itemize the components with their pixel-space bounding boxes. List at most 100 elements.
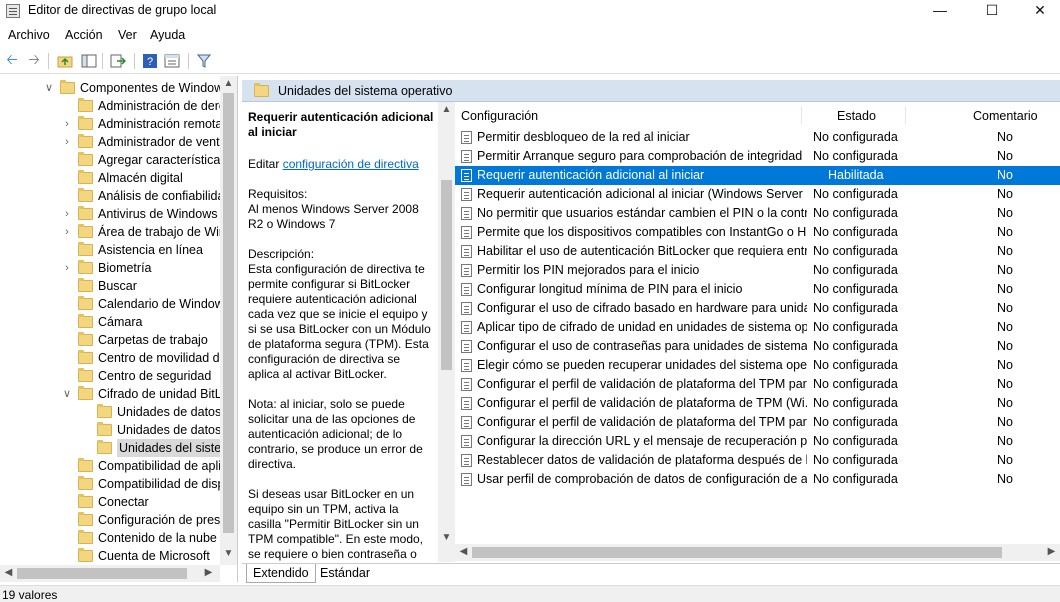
policy-row[interactable]: Requerir autenticación adicional al inic… (455, 166, 1060, 185)
tree-item[interactable]: Agregar características (0, 151, 227, 169)
tree-item[interactable]: Almacén digital (0, 169, 220, 187)
help-icon[interactable]: ? (140, 51, 160, 71)
policy-row[interactable]: Configurar el uso de contraseñas para un… (455, 337, 1060, 356)
show-hide-tree-icon[interactable] (79, 51, 99, 71)
properties-icon[interactable] (162, 51, 182, 71)
menu-ver[interactable]: Ver (118, 28, 137, 42)
tree-item[interactable]: Compatibilidad de dispositivos (0, 475, 237, 493)
maximize-button[interactable]: ☐ (968, 0, 1016, 22)
column-separator[interactable] (801, 106, 802, 124)
tree-pane: ∨ Componentes de Windows Administración de… (0, 76, 238, 582)
tree-item[interactable]: Contenido de la nube (0, 529, 220, 547)
folder-icon (78, 332, 93, 346)
expand-chevron-icon[interactable]: › (62, 205, 72, 223)
scroll-right-icon[interactable]: ▶ (200, 567, 217, 578)
policy-comment: No (997, 168, 1013, 182)
policy-row[interactable]: Elegir cómo se pueden recuperar unidades… (455, 356, 1060, 375)
expand-chevron-icon[interactable]: › (62, 259, 72, 277)
tree-item[interactable]: Carpetas de trabajo (0, 331, 220, 349)
tree-item[interactable]: Asistencia en línea (0, 241, 220, 259)
tree-item[interactable]: Unidades del sistema (0, 439, 237, 457)
expand-chevron-icon[interactable]: › (62, 133, 72, 151)
policy-row[interactable]: Permitir desbloqueo de la red al iniciar… (455, 128, 1060, 147)
scroll-right-icon[interactable]: ▶ (1043, 546, 1060, 557)
policy-row[interactable]: Permitir Arranque seguro para comprobaci… (455, 147, 1060, 166)
policy-row[interactable]: Configurar longitud mínima de PIN para e… (455, 280, 1060, 299)
policy-row[interactable]: Habilitar el uso de autenticación BitLoc… (455, 242, 1060, 261)
policy-row[interactable]: Configurar el perfil de validación de pl… (455, 394, 1060, 413)
tree-item[interactable]: › Administrador de ventanas (0, 133, 237, 151)
filter-icon[interactable] (194, 51, 214, 71)
tree-item[interactable]: Centro de seguridad (0, 367, 220, 385)
tree-item[interactable]: Centro de movilidad de Windows (0, 349, 237, 367)
tree-item[interactable]: Unidades de datos (0, 421, 221, 439)
tree-item[interactable]: Administración de derechos (0, 97, 237, 115)
tree-item[interactable]: ∨ Componentes de Windows (0, 79, 229, 97)
tree-item[interactable]: Cámara (0, 313, 220, 331)
policy-row[interactable]: Usar perfil de comprobación de datos de … (455, 470, 1060, 489)
policy-row[interactable]: Aplicar tipo de cifrado de unidad en uni… (455, 318, 1060, 337)
column-header-configuracion[interactable]: Configuración (461, 109, 538, 123)
column-separator[interactable] (905, 106, 906, 124)
policy-row[interactable]: Permite que los dispositivos compatibles… (455, 223, 1060, 242)
tree-item[interactable]: › Antivirus de Windows (0, 205, 220, 223)
policy-row[interactable]: Requerir autenticación adicional al inic… (455, 185, 1060, 204)
tree-item[interactable]: Configuración de presentación (0, 511, 237, 529)
minimize-button[interactable]: — (916, 0, 964, 22)
expand-chevron-icon[interactable]: › (62, 115, 72, 133)
up-folder-icon[interactable] (55, 51, 75, 71)
tree-item-label: Almacén digital (98, 171, 183, 185)
scroll-up-icon[interactable]: ▲ (438, 104, 455, 115)
tree-item[interactable]: Análisis de confiabilidad (0, 187, 231, 205)
tree-vertical-scrollbar[interactable]: ▲ ▼ (220, 76, 237, 565)
tree-item[interactable]: › Administración remota (0, 115, 222, 133)
policy-row[interactable]: No permitir que usuarios estándar cambie… (455, 204, 1060, 223)
policy-row[interactable]: Configurar la dirección URL y el mensaje… (455, 432, 1060, 451)
scroll-left-icon[interactable]: ◀ (455, 546, 472, 557)
tree-horizontal-scrollbar[interactable]: ◀ ▶ (0, 565, 220, 582)
export-list-icon[interactable] (108, 51, 128, 71)
scroll-left-icon[interactable]: ◀ (0, 567, 17, 578)
scroll-up-icon[interactable]: ▲ (220, 78, 237, 89)
tab-estandar[interactable]: Estándar (314, 564, 376, 583)
column-header-estado[interactable]: Estado (837, 109, 876, 123)
tree-item[interactable]: › Biometría (0, 259, 220, 277)
tree-item[interactable]: ∨ Cifrado de unidad BitLocker (0, 385, 237, 403)
scroll-down-icon[interactable]: ▼ (438, 532, 455, 543)
menu-archivo[interactable]: Archivo (8, 28, 50, 42)
list-horizontal-scrollbar[interactable]: ◀ ▶ (455, 544, 1060, 561)
policy-row[interactable]: Permitir los PIN mejorados para el inici… (455, 261, 1060, 280)
back-arrow-icon[interactable]: 🡠 (2, 51, 22, 71)
tree-item[interactable]: Unidades de datos (0, 403, 221, 421)
policy-row[interactable]: Configurar el perfil de validación de pl… (455, 375, 1060, 394)
expand-chevron-icon[interactable]: › (62, 223, 72, 241)
policy-row[interactable]: Restablecer datos de validación de plata… (455, 451, 1060, 470)
scroll-thumb[interactable] (223, 93, 234, 533)
forward-arrow-icon[interactable]: 🡢 (24, 51, 44, 71)
tree-item[interactable]: Cuenta de Microsoft (0, 547, 220, 565)
scroll-thumb[interactable] (17, 568, 187, 579)
scroll-down-icon[interactable]: ▼ (220, 548, 237, 559)
collapse-chevron-icon[interactable]: ∨ (44, 79, 54, 97)
menu-ayuda[interactable]: Ayuda (150, 28, 185, 42)
close-button[interactable]: ✕ (1016, 0, 1060, 22)
policy-comment: No (997, 244, 1013, 258)
tree-item-label: Contenido de la nube (98, 531, 217, 545)
policy-row[interactable]: Configurar el perfil de validación de pl… (455, 413, 1060, 432)
tree-item[interactable]: Buscar (0, 277, 220, 295)
column-header-comentario[interactable]: Comentario (973, 109, 1038, 123)
policy-setting-icon (461, 397, 472, 410)
scroll-thumb[interactable] (441, 180, 452, 370)
policy-row[interactable]: Configurar el uso de cifrado basado en h… (455, 299, 1060, 318)
menu-accion[interactable]: Acción (65, 28, 103, 42)
scroll-thumb[interactable] (472, 547, 1002, 558)
tree-item[interactable]: Compatibilidad de aplicaciones (0, 457, 237, 475)
tree-item[interactable]: › Área de trabajo de Windows (0, 223, 237, 241)
description-scrollbar[interactable]: ▲ ▼ (438, 102, 455, 562)
tree-item[interactable]: Conectar (0, 493, 220, 511)
policy-setting-icon (461, 188, 472, 201)
tab-extendido[interactable]: Extendido (246, 564, 316, 583)
edit-policy-link[interactable]: configuración de directiva (283, 157, 419, 171)
tree-item[interactable]: Calendario de Windows (0, 295, 230, 313)
collapse-chevron-icon[interactable]: ∨ (62, 385, 72, 403)
